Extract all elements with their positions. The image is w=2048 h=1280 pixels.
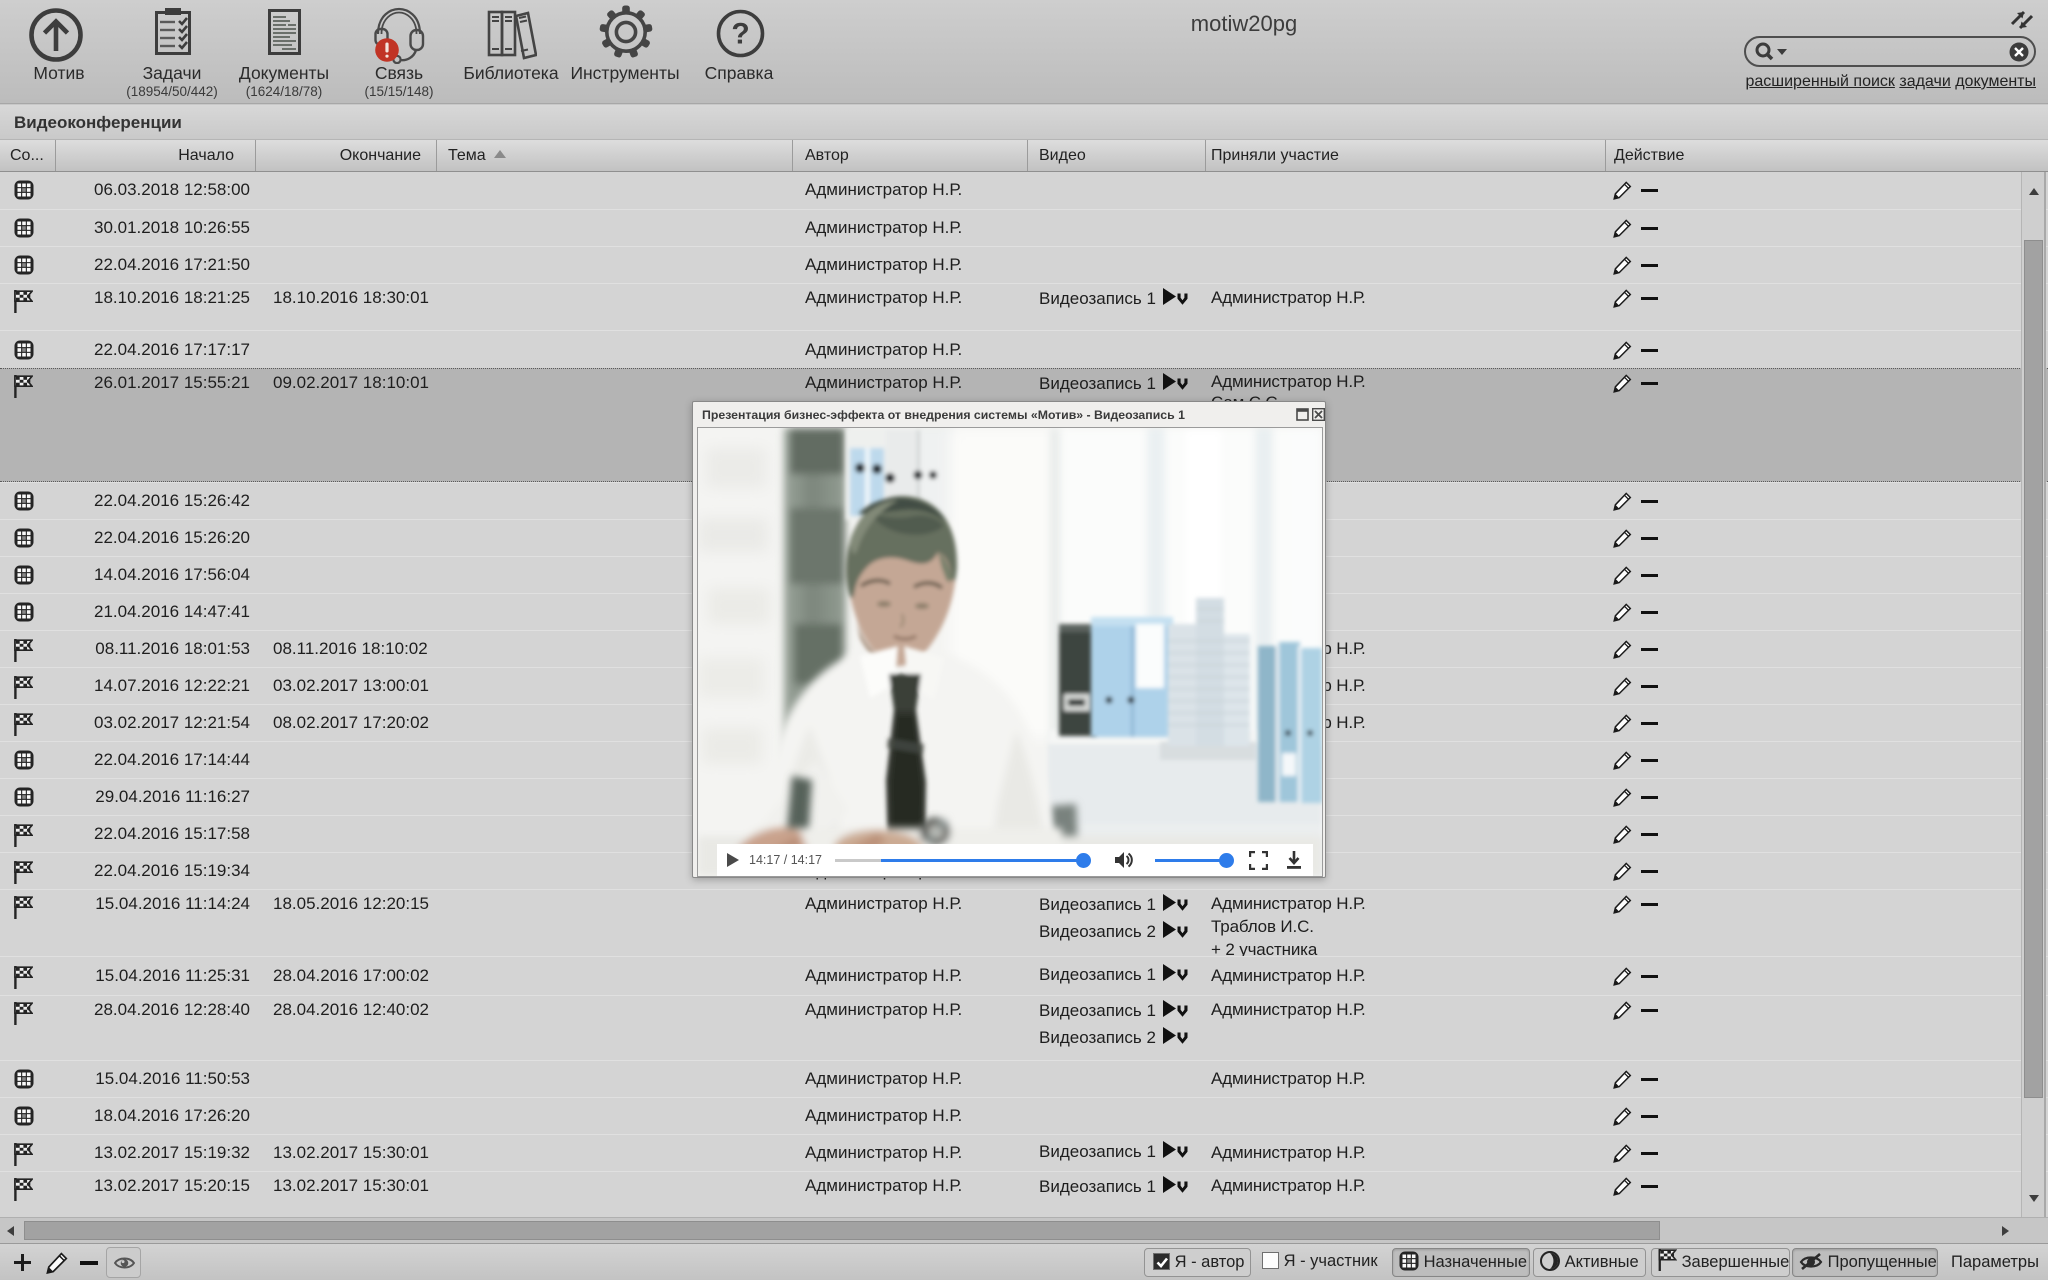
svg-text:?: ? [731, 18, 749, 51]
